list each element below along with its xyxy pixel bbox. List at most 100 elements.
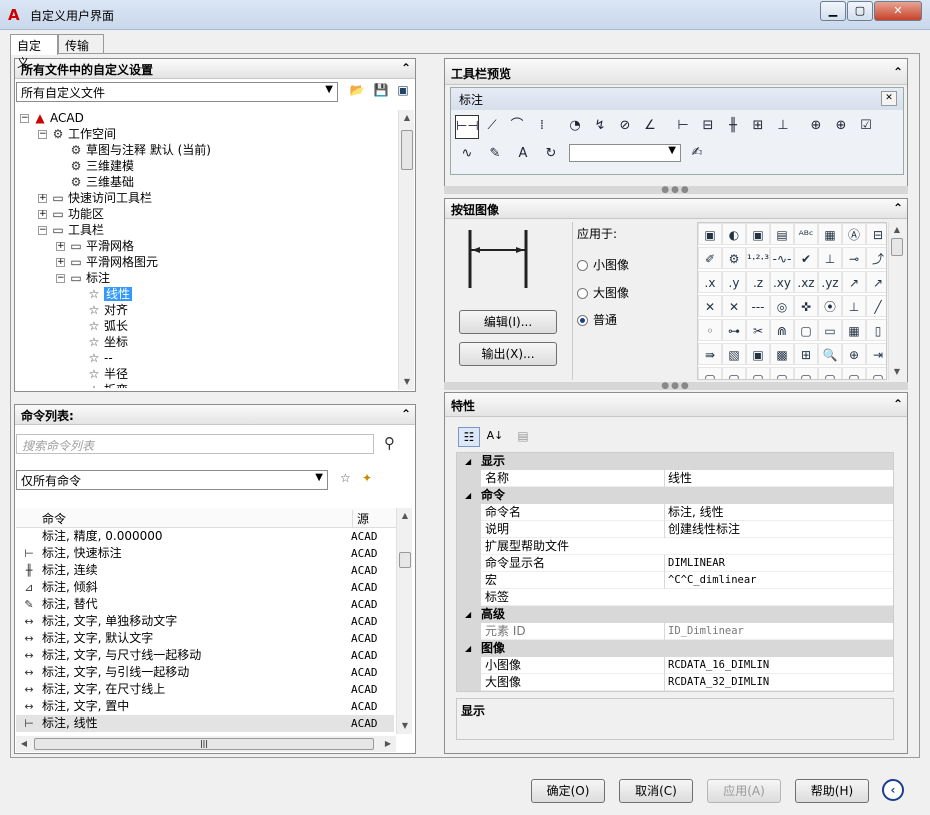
command-row[interactable]: ╫ 标注, 连续 ACAD (16, 562, 394, 579)
property-category[interactable]: ◢ 高级 (457, 606, 893, 623)
property-value[interactable]: ID_Dimlinear (664, 623, 893, 640)
baseline-icon[interactable]: ⊟ (696, 115, 720, 139)
command-row[interactable]: ↔ 标注, 文字, 置中 ACAD (16, 698, 394, 715)
radio-circle[interactable] (577, 260, 588, 271)
image-cell[interactable]: ▣ (746, 343, 770, 365)
tolerance-icon[interactable]: ⊕ (804, 115, 828, 139)
tree-node[interactable]: ☆折弯 (74, 382, 128, 388)
property-value[interactable]: RCDATA_16_DIMLIN (664, 657, 893, 674)
tree-node[interactable]: ⚙ 三维基础 (56, 174, 134, 190)
maximize-button[interactable]: ▢ (847, 1, 873, 21)
minimize-button[interactable]: ▁ (820, 1, 846, 21)
dim-override-icon[interactable]: ✍ (685, 142, 709, 166)
aligned-dim-icon[interactable]: ⟋ (480, 115, 504, 139)
collapse-node-icon[interactable]: − (38, 130, 47, 139)
tree-node[interactable]: − ▲ ACAD (20, 110, 84, 126)
load-file-icon[interactable]: 📂 (348, 83, 366, 101)
image-cell[interactable]: ▭ (818, 319, 842, 341)
image-cell[interactable]: .yz (818, 271, 842, 293)
image-cell[interactable]: -∿- (770, 247, 794, 269)
property-value[interactable]: 创建线性标注 (664, 521, 893, 538)
property-row[interactable]: 大图像 RCDATA_32_DIMLIN (457, 674, 893, 691)
image-cell[interactable]: ᴬᴮᶜ (794, 223, 818, 245)
image-cell[interactable]: ✂ (746, 319, 770, 341)
image-cell[interactable]: ◦ (698, 319, 722, 341)
splitter[interactable]: ●●● (444, 382, 908, 391)
command-list-vscrollbar[interactable]: ▲ ▼ (396, 508, 412, 734)
expand-node-icon[interactable]: + (56, 258, 65, 267)
image-cell[interactable]: .xz (794, 271, 818, 293)
dim-break-icon[interactable]: ⊥ (771, 115, 795, 139)
property-value[interactable]: ^C^C_dimlinear (664, 572, 893, 589)
dim-edit-icon[interactable]: ✎ (483, 143, 507, 167)
image-cell[interactable]: ▣ (698, 223, 722, 245)
command-row[interactable]: ✎ 标注, 替代 ACAD (16, 596, 394, 613)
property-row[interactable]: 命令显示名 DIMLINEAR (457, 555, 893, 572)
new-command-icon[interactable]: ✦ (362, 471, 372, 485)
ok-button[interactable]: 确定(O) (531, 779, 605, 803)
property-row[interactable]: 元素 ID ID_Dimlinear (457, 623, 893, 640)
apply-button[interactable]: 应用(A) (707, 779, 781, 803)
image-cell[interactable]: ◎ (770, 295, 794, 317)
image-cell[interactable]: ▢ (698, 367, 722, 379)
image-grid-scrollbar[interactable]: ▲ ▼ (888, 222, 904, 380)
image-cell[interactable]: ▢ (866, 367, 886, 379)
tree-node[interactable]: ☆ -- (74, 350, 113, 366)
expand-node-icon[interactable]: + (38, 210, 47, 219)
scroll-thumb[interactable] (399, 552, 411, 568)
collapse-triangle-icon[interactable]: ◢ (465, 640, 471, 657)
scroll-up-icon[interactable]: ▲ (399, 110, 415, 126)
image-cell[interactable]: ▦ (842, 319, 866, 341)
image-cell[interactable]: ◐ (722, 223, 746, 245)
image-cell[interactable]: .z (746, 271, 770, 293)
command-row[interactable]: ⊿ 标注, 倾斜 ACAD (16, 579, 394, 596)
expand-node-icon[interactable]: + (38, 194, 47, 203)
image-cell[interactable]: ⊞ (794, 343, 818, 365)
jogged-linear-icon[interactable]: ∿ (455, 143, 479, 167)
center-mark-icon[interactable]: ⊕ (829, 115, 853, 139)
dim-space-icon[interactable]: ⊞ (746, 115, 770, 139)
tree-node[interactable]: ☆ 半径 (74, 366, 128, 382)
image-cell[interactable]: ▢ (722, 367, 746, 379)
image-cell[interactable]: ▢ (770, 367, 794, 379)
image-cell[interactable]: ▢ (794, 367, 818, 379)
tree-node[interactable]: ☆ 线性 (74, 286, 133, 302)
collapse-node-icon[interactable]: − (20, 114, 29, 123)
image-cell[interactable]: ⚙ (722, 247, 746, 269)
radio-both[interactable]: 普通 (577, 311, 617, 328)
image-cell[interactable]: Ⓐ (842, 223, 866, 245)
property-category[interactable]: ◢ 图像 (457, 640, 893, 657)
tree-node[interactable]: + ▭ 平滑网格 (56, 238, 134, 254)
image-cell[interactable]: ⤴ (866, 247, 886, 269)
property-value[interactable]: RCDATA_32_DIMLIN (664, 674, 893, 691)
angular-icon[interactable]: ∠ (638, 115, 662, 139)
property-category[interactable]: ◢ 命令 (457, 487, 893, 504)
image-cell[interactable]: ⦿ (818, 295, 842, 317)
expand-node-icon[interactable]: + (56, 242, 65, 251)
property-pages-icon[interactable]: ▤ (512, 427, 534, 447)
dim-text-edit-icon[interactable]: A (511, 143, 535, 167)
tree-node[interactable]: ☆ 对齐 (74, 302, 128, 318)
categorized-icon[interactable]: ☷ (458, 427, 480, 447)
property-value[interactable]: DIMLINEAR (664, 555, 893, 572)
property-row[interactable]: 扩展型帮助文件 (457, 538, 893, 555)
image-cell[interactable]: ▧ (722, 343, 746, 365)
scroll-down-icon[interactable]: ▼ (399, 374, 415, 390)
image-cell[interactable]: ▯ (866, 319, 886, 341)
help-button[interactable]: 帮助(H) (795, 779, 869, 803)
image-cell[interactable]: ▢ (842, 367, 866, 379)
command-row[interactable]: ↔ 标注, 文字, 与尺寸线一起移动 ACAD (16, 647, 394, 664)
collapse-icon[interactable]: ⌃ (401, 407, 411, 421)
property-value[interactable]: 标注, 线性 (664, 504, 893, 521)
search-icon[interactable]: ⚲ (384, 434, 395, 452)
property-row[interactable]: 名称 线性 (457, 470, 893, 487)
image-cell[interactable]: ↗ (842, 271, 866, 293)
command-row[interactable]: ⊢ 标注, 线性 ACAD (16, 715, 394, 732)
continue-icon[interactable]: ╫ (721, 115, 745, 139)
radio-circle[interactable] (577, 315, 588, 326)
property-row[interactable]: 小图像 RCDATA_16_DIMLIN (457, 657, 893, 674)
sort-alphabetical-icon[interactable]: A↓ (484, 427, 506, 447)
tree-node[interactable]: ☆ 弧长 (74, 318, 128, 334)
close-icon[interactable]: ✕ (881, 91, 897, 106)
edit-button[interactable]: 编辑(I)... (459, 310, 557, 334)
